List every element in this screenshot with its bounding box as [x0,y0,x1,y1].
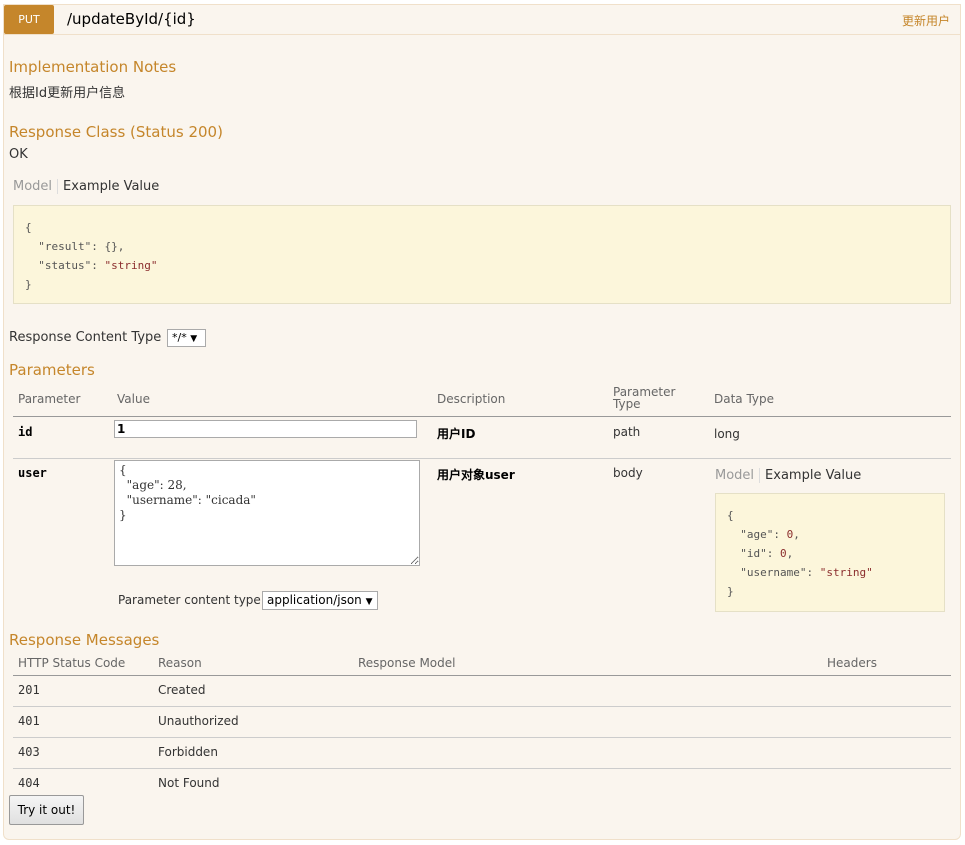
param-header-data-type: Data Type [714,392,775,406]
row-divider [13,737,951,738]
snippet-line: } [25,278,32,291]
param-content-type-select[interactable]: application/json ▼ [262,591,378,610]
snippet-line: } [727,585,734,598]
param-user-type: body [613,466,643,480]
operation-summary[interactable]: 更新用户 [902,12,950,29]
param-header-value: Value [117,392,150,406]
response-class-tabs: Model Example Value [13,179,159,194]
snippet-line: { [25,221,32,234]
endpoint-path[interactable]: /updateById/{id} [67,10,196,28]
resp-reason: Created [158,683,206,697]
operation-heading[interactable]: PUT /updateById/{id} 更新用户 [4,5,960,35]
param-content-type-label: Parameter content type: [118,593,265,607]
snippet-line: "status": "string" [38,259,158,272]
param-id-data-type: long [714,427,740,441]
try-it-out-button[interactable]: Try it out! [9,795,84,825]
param-id-input[interactable] [114,420,417,438]
http-method-badge[interactable]: PUT [4,5,54,34]
dropdown-arrow-icon: ▼ [190,334,198,344]
resp-header-divider [13,675,951,676]
param-header-description: Description [437,392,506,406]
param-header-divider [13,416,951,417]
param-id-description: 用户ID [437,427,476,441]
implementation-notes-text: 根据Id更新用户信息 [9,86,126,101]
row-divider [13,458,951,459]
response-content-type-label: Response Content Type [9,330,162,345]
response-status-text: OK [9,147,28,162]
model-tab[interactable]: Model [13,179,59,194]
resp-code: 201 [18,683,40,697]
resp-reason: Not Found [158,776,220,790]
resp-reason: Forbidden [158,745,218,759]
param-user-data-type-tabs: Model Example Value [715,468,861,483]
response-example-snippet: { "result": {}, "status": "string"} [13,205,951,304]
snippet-line: { [727,509,734,522]
snippet-line: "username": "string" [740,566,873,579]
param-user-description: 用户对象user [437,468,515,482]
snippet-line: "age": 0, [740,528,800,541]
snippet-line: "result": {}, [38,240,125,253]
resp-code: 404 [18,776,40,790]
model-tab[interactable]: Model [715,468,761,483]
row-divider [13,706,951,707]
example-value-tab[interactable]: Example Value [58,179,159,194]
parameters-title: Parameters [9,361,95,379]
resp-header-reason: Reason [158,656,202,670]
param-header-parameter: Parameter [18,392,81,406]
example-value-tab[interactable]: Example Value [760,468,861,483]
resp-code: 403 [18,745,40,759]
response-class-title: Response Class (Status 200) [9,123,223,141]
param-content-type-value: application/json [267,593,362,607]
param-user-example-snippet[interactable]: { "age": 0, "id": 0, "username": "string… [715,493,945,612]
implementation-notes-title: Implementation Notes [9,58,177,76]
param-id-type: path [613,425,641,439]
resp-header-code: HTTP Status Code [18,656,126,670]
resp-header-headers: Headers [827,656,877,670]
param-header-parameter-type-line2: Type [613,397,641,411]
row-divider [13,768,951,769]
response-messages-title: Response Messages [9,631,160,649]
response-content-type-value: */* [172,331,187,344]
param-header-parameter-type: Parameter Type [613,386,675,410]
response-content-type-select[interactable]: */* ▼ [167,329,206,347]
resp-header-model: Response Model [358,656,456,670]
param-user-body-textarea[interactable]: { "age": 28, "username": "cicada" } [114,460,420,566]
param-name-id: id [18,425,33,439]
param-name-user: user [18,466,47,480]
resp-reason: Unauthorized [158,714,239,728]
dropdown-arrow-icon: ▼ [365,597,373,607]
resp-code: 401 [18,714,40,728]
snippet-line: "id": 0, [740,547,794,560]
